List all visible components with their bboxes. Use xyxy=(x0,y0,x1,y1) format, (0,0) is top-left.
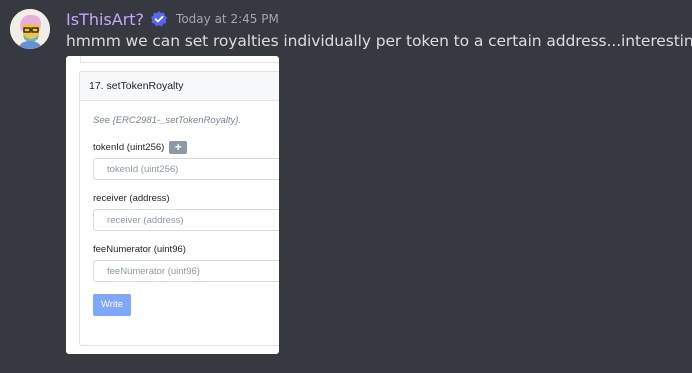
message-text: hmmm we can set royalties individually p… xyxy=(66,32,692,50)
card-title: 17. setTokenRoyalty xyxy=(80,72,279,101)
doc-reference: See {ERC2981-_setTokenRoyalty}. xyxy=(93,115,242,126)
verified-badge-icon xyxy=(150,10,168,28)
card-body: See {ERC2981-_setTokenRoyalty}. tokenId … xyxy=(80,101,279,316)
receiver-input[interactable]: receiver (address) xyxy=(93,209,279,231)
username[interactable]: IsThisArt? xyxy=(66,10,144,29)
field-label: tokenId (uint256) + xyxy=(93,139,279,155)
embedded-image[interactable]: 17. setTokenRoyalty See {ERC2981-_setTok… xyxy=(66,56,279,354)
field-label-text: tokenId (uint256) xyxy=(93,141,165,153)
field-label-text: receiver (address) xyxy=(93,192,170,204)
add-button[interactable]: + xyxy=(169,140,188,154)
field-tokenid: tokenId (uint256) + tokenId (uint256) xyxy=(93,139,279,180)
previous-card-edge xyxy=(80,56,279,63)
cartoon-face-avatar-icon xyxy=(10,9,50,49)
field-feenumerator: feeNumerator (uint96) feeNumerator (uint… xyxy=(93,241,279,282)
feenumerator-input[interactable]: feeNumerator (uint96) xyxy=(93,260,279,282)
message-header: IsThisArt? Today at 2:45 PM xyxy=(66,8,279,30)
tokenid-input[interactable]: tokenId (uint256) xyxy=(93,158,279,180)
field-label: receiver (address) xyxy=(93,190,279,206)
avatar[interactable] xyxy=(10,9,50,49)
message-timestamp: Today at 2:45 PM xyxy=(176,12,279,26)
field-receiver: receiver (address) receiver (address) xyxy=(93,190,279,231)
field-label: feeNumerator (uint96) xyxy=(93,241,279,257)
field-label-text: feeNumerator (uint96) xyxy=(93,243,186,255)
write-button[interactable]: Write xyxy=(93,294,131,316)
function-card: 17. setTokenRoyalty See {ERC2981-_setTok… xyxy=(79,71,279,346)
